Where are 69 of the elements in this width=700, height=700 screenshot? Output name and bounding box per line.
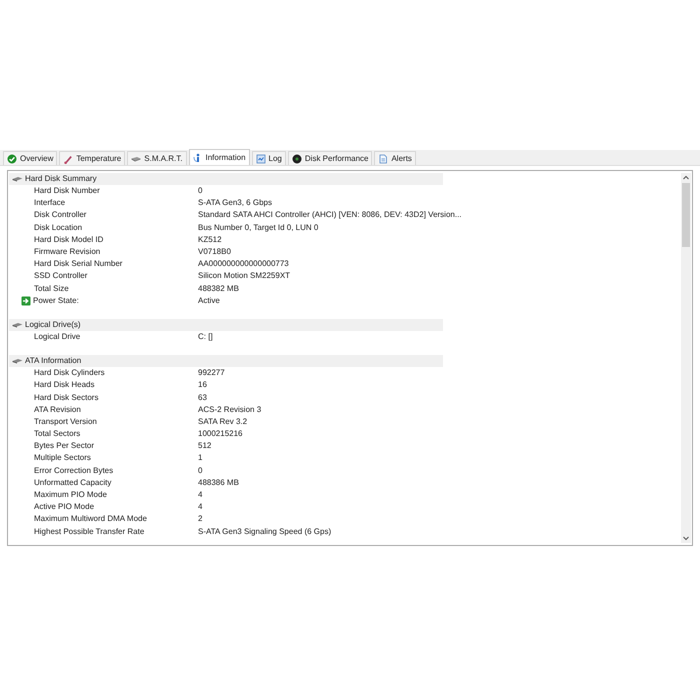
property-label: Hard Disk Heads [34,379,94,392]
property-value: 4 [198,489,202,502]
property-label: Hard Disk Number [34,185,100,198]
property-label: Highest Possible Transfer Rate [34,526,144,538]
property-label: Bytes Per Sector [34,440,94,452]
property-label: Active PIO Mode [34,501,94,514]
property-value: Silicon Motion SM2259XT [198,270,290,282]
property-label: Firmware Revision [34,246,100,258]
tab[interactable]: Information [188,149,250,165]
property-value: 1000215216 [198,428,242,440]
property-value: Active [198,294,220,307]
property-value: V0718B0 [198,246,231,258]
tab[interactable]: Overview [3,151,58,165]
property-value: 4 [198,501,202,514]
property-value: 488386 MB [198,476,239,489]
property-value: Standard SATA AHCI Controller (AHCI) [VEN: 8086, DEV: 43D2] Version... [198,209,462,222]
property-value: AA000000000000000773 [198,258,289,270]
property-value: 16 [198,379,207,392]
property-value: C: [] [198,330,213,343]
property-label: ATA Revision [34,404,81,416]
section-header[interactable]: Logical Drive(s) [9,318,443,331]
property-label: Hard Disk Serial Number [34,258,122,270]
scroll-thumb[interactable] [682,183,690,247]
property-value: ACS-2 Revision 3 [198,404,262,416]
disc-icon [292,154,302,164]
property-label: Unformatted Capacity [34,476,112,489]
property-label: SSD Controller [34,270,88,282]
property-value: S-ATA Gen3 Signaling Speed (6 Gps) [198,526,332,538]
property-value: 992277 [198,367,225,380]
property-label: Logical Drive [34,330,80,343]
property-label: Disk Controller [34,209,86,222]
property-label: Transport Version [34,416,97,428]
tab[interactable]: Alerts [374,151,416,165]
document-icon [256,154,266,164]
property-label: Power State: [33,294,79,307]
scrollbar[interactable] [681,173,691,543]
arrow-icon [21,296,31,306]
property-value: KZ512 [198,234,222,246]
property-value: 63 [198,392,207,404]
tab[interactable]: S.M.A.R.T. [127,151,186,165]
tab[interactable]: Temperature [59,151,126,165]
document-icon [378,154,388,164]
property-label: Hard Disk Sectors [34,392,98,404]
check-icon [7,154,17,164]
section-header[interactable]: Hard Disk Summary [9,173,443,185]
property-value: S-ATA Gen3, 6 Gbps [198,197,272,210]
property-value: 512 [198,440,212,452]
property-value: 0 [198,464,202,477]
tab[interactable]: Disk Performance [288,151,372,165]
property-label: Hard Disk Cylinders [34,367,105,380]
thermometer-icon [63,154,74,164]
property-value: 488382 MB [198,282,239,295]
info-icon [192,152,202,162]
property-label: Total Sectors [34,428,80,440]
property-label: Total Size [34,282,69,295]
property-value: 2 [198,513,202,526]
property-label: Error Correction Bytes [34,464,114,477]
property-label: Maximum Multiword DMA Mode [34,513,147,526]
property-value: 1 [198,452,202,464]
property-label: Hard Disk Model ID [34,234,104,246]
section-header[interactable]: ATA Information [9,355,443,368]
property-label: Disk Location [34,222,82,234]
tab[interactable]: Log [252,151,286,165]
property-value: 0 [198,185,202,198]
property-label: Interface [34,197,66,210]
property-value: Bus Number 0, Target Id 0, LUN 0 [198,222,318,234]
property-value: SATA Rev 3.2 [198,416,248,428]
property-label: Maximum PIO Mode [34,489,107,502]
property-label: Multiple Sectors [34,452,91,464]
